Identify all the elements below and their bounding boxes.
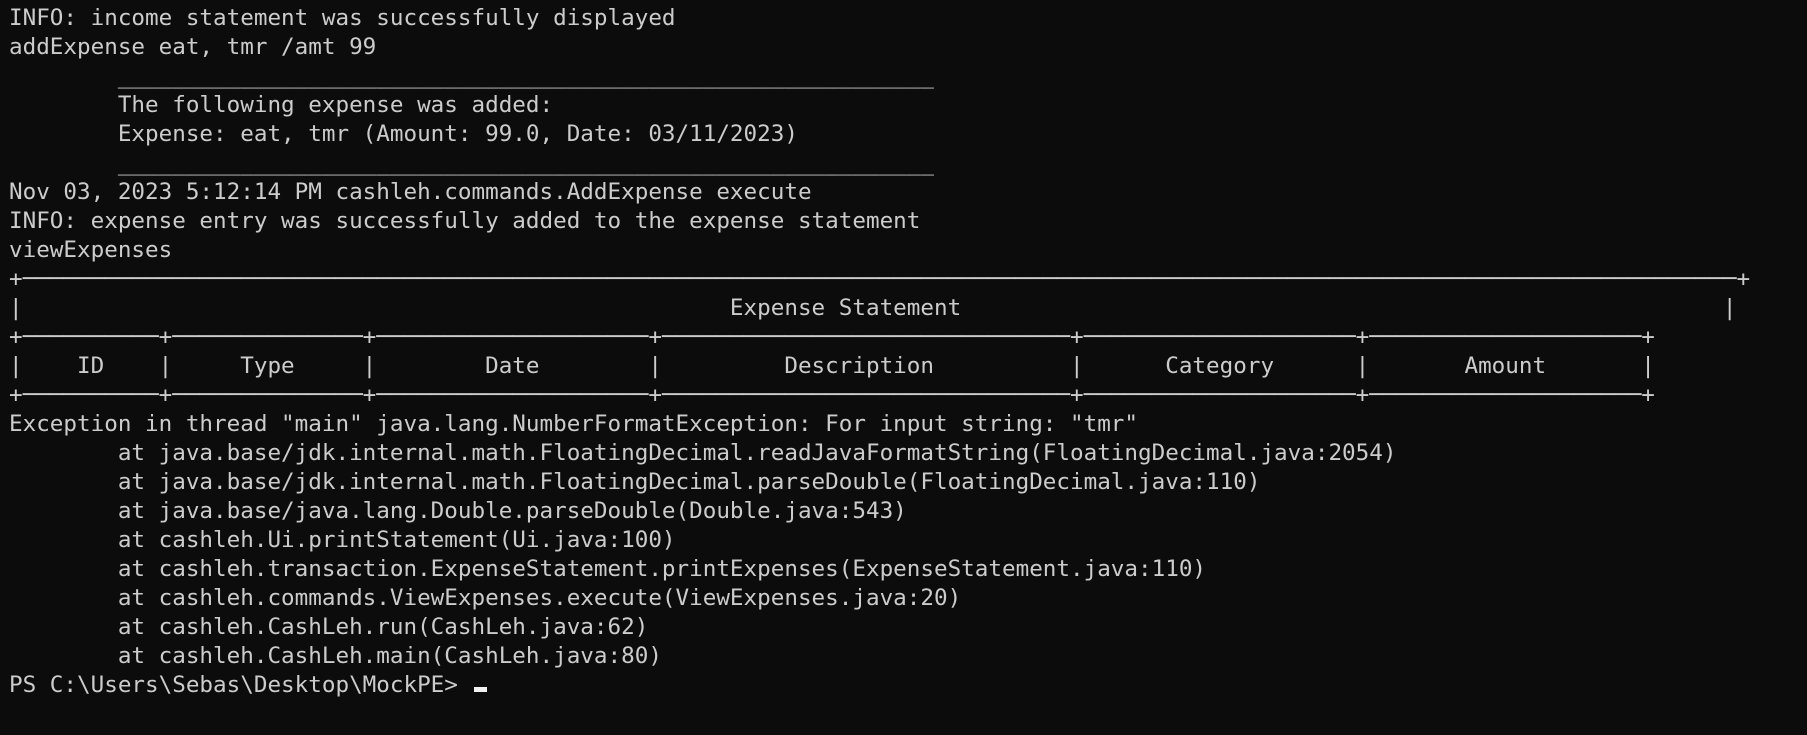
log-info-line: INFO: expense entry was successfully add… xyxy=(9,208,921,234)
table-title-row: | Expense Statement | xyxy=(9,295,1737,321)
command-line: viewExpenses xyxy=(9,237,173,263)
stack-trace-line: at java.base/jdk.internal.math.FloatingD… xyxy=(9,440,1397,466)
stack-trace-line: at cashleh.commands.ViewExpenses.execute… xyxy=(9,585,962,611)
stack-trace-line: at cashleh.Ui.printStatement(Ui.java:100… xyxy=(9,527,676,553)
text-cursor xyxy=(473,687,487,692)
table-header-row: | ID | Type | Date | Description | Categ… xyxy=(9,353,1655,379)
terminal-output[interactable]: INFO: income statement was successfully … xyxy=(9,4,1799,731)
output-line: The following expense was added: xyxy=(9,92,554,118)
log-info-line: INFO: income statement was successfully … xyxy=(9,5,676,31)
command-line: addExpense eat, tmr /amt 99 xyxy=(9,34,377,60)
divider-line: ________________________________________… xyxy=(9,150,934,176)
stack-trace-line: at cashleh.CashLeh.run(CashLeh.java:62) xyxy=(9,614,649,640)
table-border: +──────────+──────────────+─────────────… xyxy=(9,324,1655,350)
divider-line: ________________________________________… xyxy=(9,63,934,89)
table-border: +───────────────────────────────────────… xyxy=(9,266,1751,292)
prompt-line[interactable]: PS C:\Users\Sebas\Desktop\MockPE> xyxy=(9,671,1799,700)
stack-trace-line: at java.base/jdk.internal.math.FloatingD… xyxy=(9,469,1261,495)
stack-trace-line: at cashleh.transaction.ExpenseStatement.… xyxy=(9,556,1207,582)
log-timestamp-line: Nov 03, 2023 5:12:14 PM cashleh.commands… xyxy=(9,179,812,205)
table-border: +──────────+──────────────+─────────────… xyxy=(9,382,1655,408)
exception-line: Exception in thread "main" java.lang.Num… xyxy=(9,411,1139,437)
stack-trace-line: at java.base/java.lang.Double.parseDoubl… xyxy=(9,498,907,524)
shell-prompt: PS C:\Users\Sebas\Desktop\MockPE> xyxy=(9,672,472,698)
stack-trace-line: at cashleh.CashLeh.main(CashLeh.java:80) xyxy=(9,643,662,669)
output-line: Expense: eat, tmr (Amount: 99.0, Date: 0… xyxy=(9,121,798,147)
